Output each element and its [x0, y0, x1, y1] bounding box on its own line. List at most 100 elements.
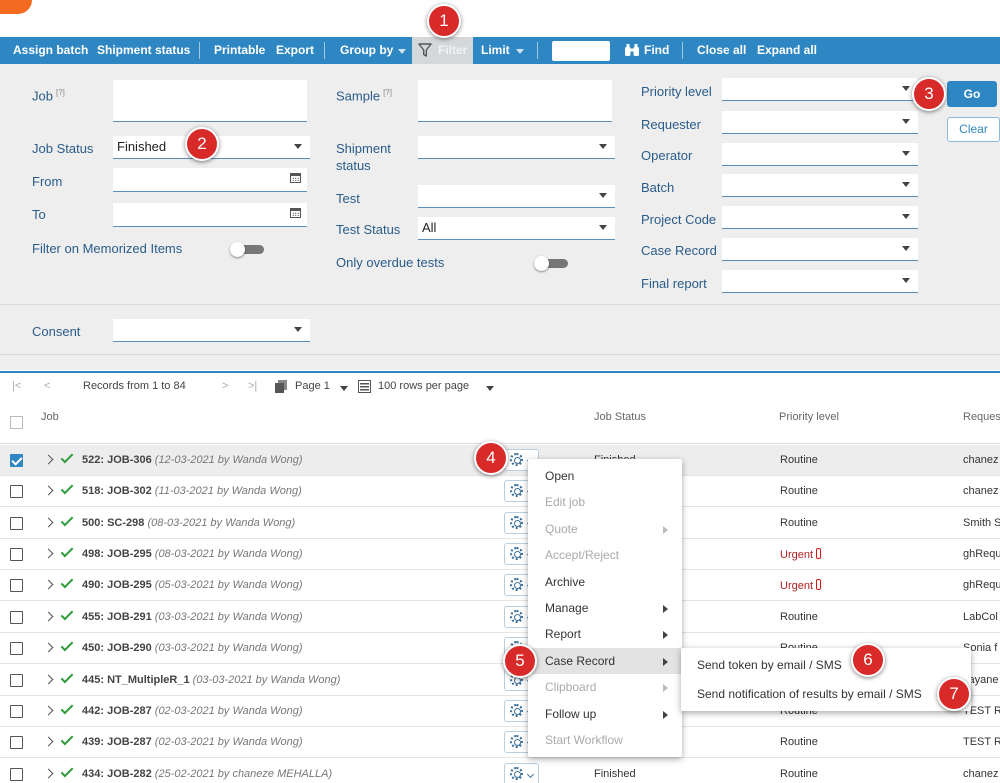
to-date-input[interactable] [113, 203, 307, 227]
col-header-job[interactable]: Job [41, 411, 59, 423]
batch-select[interactable] [722, 174, 918, 197]
job-cell[interactable]: 442: JOB-287 (02-03-2021 by Wanda Wong) [82, 705, 303, 717]
menu-item-quote[interactable]: Quote [528, 516, 682, 542]
chevron-down-icon[interactable] [486, 386, 494, 391]
row-checkbox[interactable] [10, 673, 23, 687]
shipment-status-select[interactable] [418, 136, 615, 159]
menu-item-start-workflow[interactable]: Start Workflow [528, 727, 682, 753]
row-checkbox[interactable] [10, 454, 23, 467]
menu-item-accept-reject[interactable]: Accept/Reject [528, 542, 682, 568]
limit-button[interactable]: Limit [481, 37, 510, 64]
close-all-button[interactable]: Close all [697, 37, 746, 64]
menu-item-manage[interactable]: Manage [528, 595, 682, 621]
from-date-input[interactable] [113, 168, 307, 192]
consent-select[interactable] [113, 319, 310, 342]
job-cell[interactable]: 455: JOB-291 (03-03-2021 by Wanda Wong) [82, 611, 303, 623]
chevron-right-icon[interactable] [43, 454, 54, 465]
menu-item-follow-up[interactable]: Follow up [528, 701, 682, 727]
job-filter-input[interactable] [113, 80, 307, 122]
menu-item-edit-job[interactable]: Edit job [528, 489, 682, 515]
job-cell[interactable]: 434: JOB-282 (25-02-2021 by chaneze MEHA… [82, 768, 332, 780]
calendar-icon[interactable] [290, 173, 301, 183]
expand-all-button[interactable]: Expand all [757, 37, 817, 64]
table-row[interactable]: 490: JOB-295 (05-03-2021 by Wanda Wong) U… [0, 570, 1000, 602]
job-cell[interactable]: 518: JOB-302 (11-03-2021 by Wanda Wong) [82, 485, 302, 497]
menu-item-report[interactable]: Report [528, 621, 682, 647]
select-all-checkbox[interactable] [10, 416, 23, 429]
clear-button[interactable]: Clear [947, 117, 1000, 142]
table-row[interactable]: 439: JOB-287 (02-03-2021 by Wanda Wong) R… [0, 727, 1000, 759]
row-actions-button[interactable] [504, 762, 539, 783]
table-row[interactable]: 518: JOB-302 (11-03-2021 by Wanda Wong) R… [0, 476, 1000, 508]
chevron-right-icon[interactable] [43, 736, 54, 747]
shipment-status-button[interactable]: Shipment status [97, 37, 190, 64]
table-row[interactable]: 434: JOB-282 (25-02-2021 by chaneze MEHA… [0, 758, 1000, 783]
row-checkbox[interactable] [10, 548, 23, 561]
go-button[interactable]: Go [947, 81, 997, 107]
job-cell[interactable]: 498: JOB-295 (08-03-2021 by Wanda Wong) [82, 548, 303, 560]
menu-item-archive[interactable]: Archive [528, 569, 682, 595]
priority-level-select[interactable] [722, 78, 918, 101]
operator-select[interactable] [722, 143, 918, 166]
chevron-down-icon[interactable] [340, 386, 348, 391]
requester-select[interactable] [722, 111, 918, 134]
row-checkbox[interactable] [10, 767, 23, 781]
test-status-select[interactable]: All [418, 217, 615, 240]
chevron-down-icon[interactable] [516, 49, 524, 54]
menu-item-clipboard[interactable]: Clipboard [528, 674, 682, 700]
send-token-menu-item[interactable]: Send token by email / SMS [681, 650, 971, 680]
col-header-priority[interactable]: Priority level [779, 411, 839, 423]
chevron-right-icon[interactable] [43, 642, 54, 653]
row-checkbox[interactable] [10, 579, 23, 593]
export-button[interactable]: Export [276, 37, 314, 64]
chevron-right-icon[interactable] [43, 674, 54, 684]
send-notification-menu-item[interactable]: Send notification of results by email / … [681, 679, 971, 709]
col-header-requester[interactable]: Reques [963, 411, 1000, 423]
overdue-tests-toggle[interactable] [534, 256, 568, 271]
job-cell[interactable]: 522: JOB-306 (12-03-2021 by Wanda Wong) [82, 454, 303, 466]
menu-item-open[interactable]: Open [528, 463, 682, 489]
filter-button[interactable]: Filter [412, 37, 473, 64]
project-code-select[interactable] [722, 206, 918, 229]
last-page-icon[interactable]: >| [248, 380, 257, 392]
job-cell[interactable]: 490: JOB-295 (05-03-2021 by Wanda Wong) [82, 579, 303, 591]
memorized-items-toggle[interactable] [230, 242, 264, 257]
chevron-right-icon[interactable] [43, 579, 54, 590]
chevron-right-icon[interactable] [43, 611, 54, 622]
row-checkbox[interactable] [10, 610, 23, 624]
prev-page-icon[interactable]: < [44, 380, 50, 392]
chevron-right-icon[interactable] [43, 517, 54, 528]
assign-batch-button[interactable]: Assign batch [13, 37, 88, 64]
table-row[interactable]: 455: JOB-291 (03-03-2021 by Wanda Wong) R… [0, 601, 1000, 633]
col-header-job-status[interactable]: Job Status [594, 411, 646, 423]
row-checkbox[interactable] [10, 736, 23, 750]
job-cell[interactable]: 450: JOB-290 (03-03-2021 by Wanda Wong) [82, 642, 303, 654]
job-cell[interactable]: 445: NT_MultipleR_1 (03-03-2021 by Wanda… [82, 674, 340, 686]
job-cell[interactable]: 500: SC-298 (08-03-2021 by Wanda Wong) [82, 517, 295, 529]
next-page-icon[interactable]: > [222, 380, 228, 392]
find-input[interactable] [552, 41, 610, 61]
table-row[interactable]: 498: JOB-295 (08-03-2021 by Wanda Wong) U… [0, 539, 1000, 570]
row-checkbox[interactable] [10, 642, 23, 656]
chevron-right-icon[interactable] [43, 485, 54, 496]
sample-filter-input[interactable] [418, 80, 612, 122]
final-report-select[interactable] [722, 270, 918, 293]
group-by-button[interactable]: Group by [340, 37, 393, 64]
chevron-right-icon[interactable] [43, 768, 54, 778]
menu-item-case-record[interactable]: Case Record [528, 647, 682, 674]
row-checkbox[interactable] [10, 485, 23, 499]
chevron-right-icon[interactable] [43, 548, 54, 559]
rows-per-page-selector[interactable]: 100 rows per page [378, 380, 469, 392]
test-select[interactable] [418, 185, 615, 208]
chevron-right-icon[interactable] [43, 705, 54, 716]
calendar-icon[interactable] [290, 208, 301, 218]
table-row[interactable]: 500: SC-298 (08-03-2021 by Wanda Wong) Ro… [0, 507, 1000, 539]
find-button[interactable]: Find [644, 37, 669, 64]
page-selector[interactable]: Page 1 [295, 380, 330, 392]
row-checkbox[interactable] [10, 516, 23, 530]
chevron-down-icon[interactable] [398, 49, 406, 54]
job-cell[interactable]: 439: JOB-287 (02-03-2021 by Wanda Wong) [82, 736, 303, 748]
first-page-icon[interactable]: |< [12, 380, 21, 392]
case-record-select[interactable] [722, 238, 918, 261]
printable-button[interactable]: Printable [214, 37, 265, 64]
